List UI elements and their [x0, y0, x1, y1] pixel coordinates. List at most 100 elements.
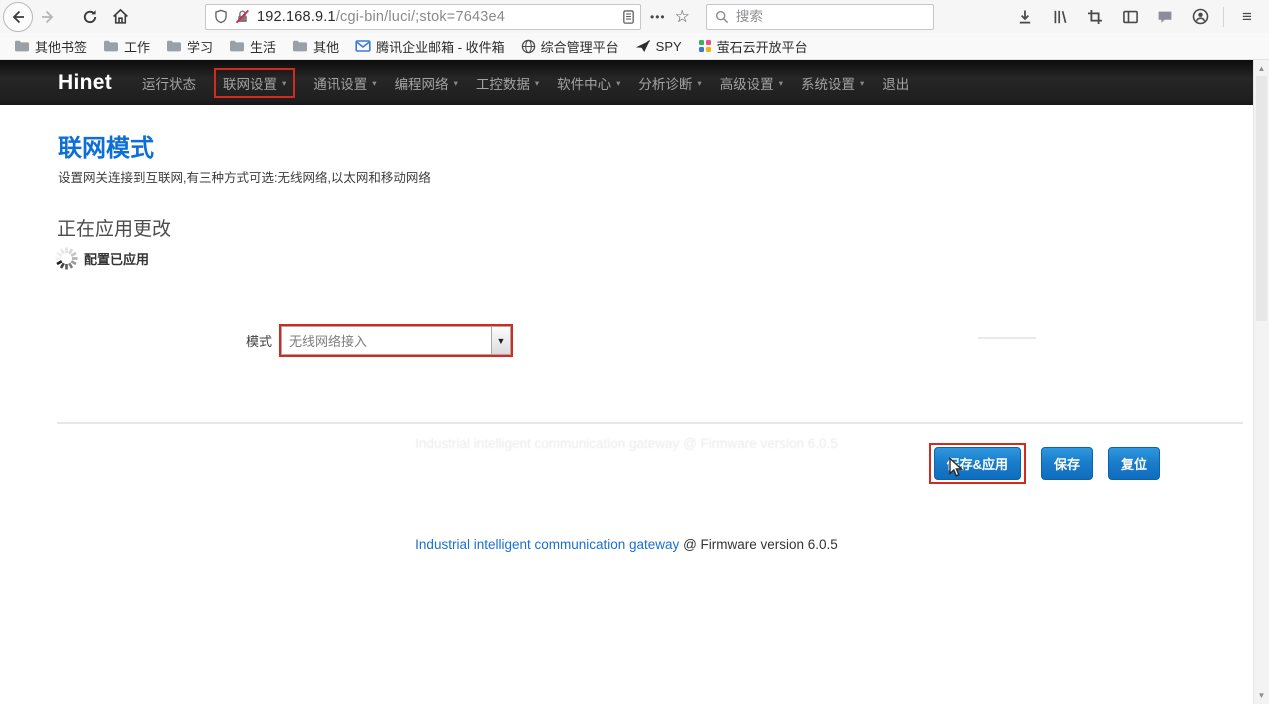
folder-icon	[229, 39, 245, 53]
back-button[interactable]	[3, 2, 33, 32]
nav-item-programming-network[interactable]: 编程网络 ▾	[395, 73, 458, 93]
menu-button[interactable]: ≡	[1233, 3, 1261, 31]
page-subtitle: 设置网关连接到互联网,有三种方式可选:无线网络,以太网和移动网络	[58, 167, 431, 186]
bookmark-label: 综合管理平台	[541, 37, 619, 56]
select-dropdown-button[interactable]: ▼	[491, 327, 510, 354]
home-icon	[112, 8, 129, 25]
bookmark-tencent-mail[interactable]: 腾讯企业邮箱 - 收件箱	[348, 35, 512, 58]
back-arrow-icon	[10, 9, 26, 25]
bookmark-label: 其他	[313, 37, 339, 56]
mode-select-value: 无线网络接入	[282, 331, 491, 350]
nav-item-advanced-settings[interactable]: 高级设置▾	[720, 73, 783, 93]
save-apply-button[interactable]: 保存&应用	[934, 447, 1021, 480]
page-content: 联网模式 设置网关连接到互联网,有三种方式可选:无线网络,以太网和移动网络 正在…	[0, 105, 1253, 704]
page-actions-button[interactable]: •••	[641, 10, 675, 24]
scroll-down-icon[interactable]: ▼	[1258, 687, 1266, 704]
folder-icon	[166, 39, 182, 53]
status-text: 配置已应用	[84, 249, 149, 268]
nav-item-system-settings[interactable]: 系统设置▾	[801, 73, 864, 93]
sidebar-icon	[1122, 9, 1139, 25]
bookmark-star-icon[interactable]: ☆	[675, 7, 696, 27]
nav-item-label: 分析诊断	[638, 73, 692, 93]
nav-menu: 运行状态 联网设置▾ 通讯设置▾ 编程网络▾ 工控数据▾ 软件中心▾ 分析诊断▾…	[142, 68, 909, 98]
section-divider	[57, 422, 1243, 424]
nav-item-industrial-data[interactable]: 工控数据 ▾	[476, 73, 539, 93]
folder-icon	[292, 39, 308, 53]
chevron-down-icon: ▾	[535, 76, 539, 89]
nav-item-label: 软件中心	[557, 73, 611, 93]
account-button[interactable]	[1186, 3, 1214, 31]
screenshot-button[interactable]	[1081, 3, 1109, 31]
bookmark-spy[interactable]: SPY	[628, 37, 689, 56]
bookmark-management-platform[interactable]: 综合管理平台	[514, 35, 626, 58]
bookmark-study[interactable]: 学习	[159, 35, 220, 58]
messenger-button[interactable]	[1151, 3, 1179, 31]
nav-item-software-center[interactable]: 软件中心▾	[557, 73, 620, 93]
reset-button[interactable]: 复位	[1108, 447, 1160, 480]
nav-item-label: 编程网络	[395, 73, 449, 93]
mode-field-label: 模式	[246, 331, 272, 350]
reload-button[interactable]	[75, 2, 105, 32]
url-bar[interactable]: 192.168.9.1/cgi-bin/luci/;stok=7643e4	[205, 4, 641, 30]
hamburger-menu-icon: ≡	[1242, 7, 1252, 27]
bookmark-work[interactable]: 工作	[96, 35, 157, 58]
tracking-shield-icon[interactable]	[214, 9, 228, 24]
save-button[interactable]: 保存	[1041, 447, 1093, 480]
nav-item-logout[interactable]: 退出	[882, 73, 909, 93]
url-text: 192.168.9.1/cgi-bin/luci/;stok=7643e4	[257, 9, 614, 25]
screenshot-crop-icon	[1087, 9, 1103, 25]
chevron-down-icon: ▾	[282, 76, 286, 89]
bookmark-label: 工作	[124, 37, 150, 56]
home-button[interactable]	[105, 2, 135, 32]
bookmark-ezviz-platform[interactable]: 萤石云开放平台	[691, 35, 815, 58]
faint-line-artifact	[978, 337, 1036, 339]
forward-arrow-icon	[40, 9, 56, 25]
bookmark-other[interactable]: 其他	[285, 35, 346, 58]
nav-item-run-status[interactable]: 运行状态	[142, 73, 196, 93]
chevron-down-icon: ▾	[454, 76, 458, 89]
library-button[interactable]	[1046, 3, 1074, 31]
nav-item-label: 联网设置	[223, 73, 277, 93]
loading-spinner-icon	[53, 245, 80, 272]
mode-select[interactable]: 无线网络接入 ▼	[281, 326, 511, 355]
chevron-down-icon: ▾	[372, 76, 376, 89]
firmware-version-text: @ Firmware version 6.0.5	[679, 537, 838, 552]
bookmark-label: 生活	[250, 37, 276, 56]
nav-item-label: 工控数据	[476, 73, 530, 93]
vertical-scrollbar[interactable]: ▲ ▼	[1253, 60, 1269, 704]
nav-item-comm-settings[interactable]: 通讯设置▾	[313, 73, 376, 93]
reader-mode-icon[interactable]	[621, 9, 636, 25]
insecure-lock-icon[interactable]	[235, 9, 250, 24]
bookmark-other-bookmarks[interactable]: 其他书签	[7, 35, 94, 58]
sidebar-button[interactable]	[1116, 3, 1144, 31]
url-fade	[580, 9, 614, 25]
gateway-footer-link[interactable]: Industrial intelligent communication gat…	[415, 537, 679, 552]
bookmark-label: SPY	[656, 39, 682, 54]
bookmark-label: 学习	[187, 37, 213, 56]
search-box[interactable]	[706, 4, 934, 30]
paper-plane-icon	[635, 40, 651, 53]
search-input[interactable]	[736, 9, 925, 24]
brand-logo[interactable]: Hinet	[58, 71, 112, 95]
page-footer: Industrial intelligent communication gat…	[0, 537, 1253, 552]
page-title: 联网模式	[58, 128, 154, 163]
search-icon	[715, 10, 729, 24]
nav-item-label: 退出	[882, 73, 909, 93]
chevron-down-icon: ▾	[697, 76, 701, 89]
chevron-down-icon: ▾	[860, 76, 864, 89]
folder-icon	[103, 39, 119, 53]
url-path: /cgi-bin/luci/;stok=7643e4	[336, 9, 505, 25]
forward-button[interactable]	[33, 2, 63, 32]
folder-icon	[14, 39, 30, 53]
scroll-up-icon[interactable]: ▲	[1258, 60, 1266, 77]
mouse-cursor	[948, 457, 966, 479]
bookmark-life[interactable]: 生活	[222, 35, 283, 58]
nav-item-network-settings[interactable]: 联网设置 ▾	[214, 68, 295, 98]
chevron-down-icon: ▾	[779, 76, 783, 89]
nav-item-analysis-diagnosis[interactable]: 分析诊断 ▾	[638, 73, 701, 93]
applying-status-row: 配置已应用	[53, 245, 149, 272]
url-host: 192.168.9.1	[257, 9, 336, 25]
downloads-button[interactable]	[1011, 3, 1039, 31]
annotation-box-select: 无线网络接入 ▼	[279, 324, 513, 357]
scrollbar-thumb[interactable]	[1256, 76, 1267, 321]
